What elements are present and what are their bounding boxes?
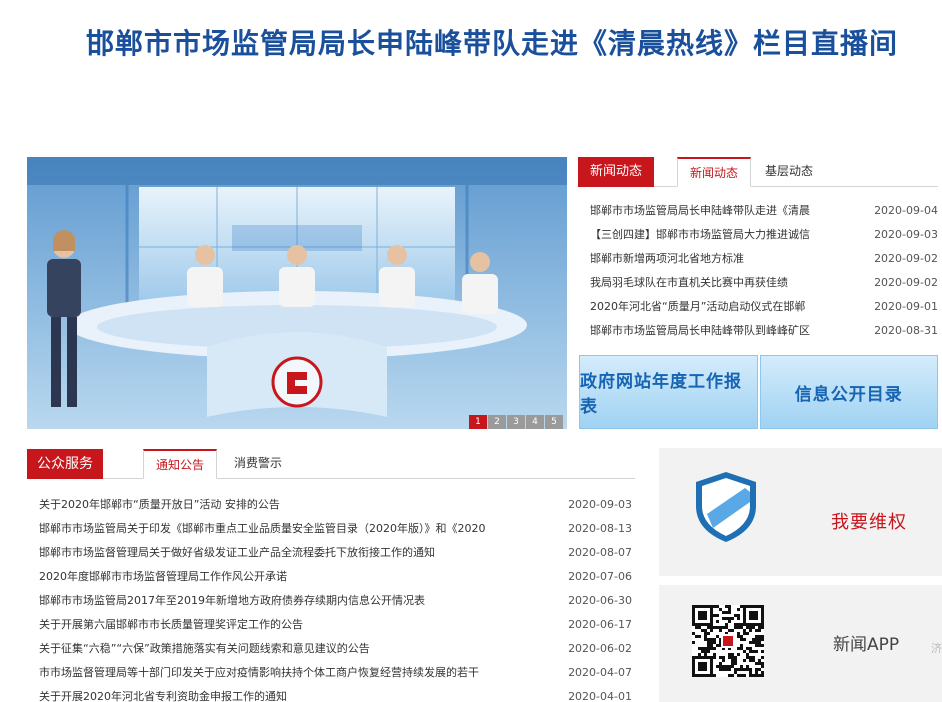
notice-list-item[interactable]: 市市场监督管理局等十部门印发关于应对疫情影响扶持个体工商户恢复经营持续发展的若干…	[27, 661, 635, 685]
notice-list-item-date: 2020-06-17	[568, 618, 632, 631]
news-list-item-title[interactable]: 邯郸市市场监管局局长申陆峰带队到峰峰矿区	[590, 319, 816, 343]
page-title[interactable]: 邯郸市市场监管局局长申陆峰带队走进《清晨热线》栏目直播间	[86, 22, 916, 62]
notice-list-item-date: 2020-09-03	[568, 498, 632, 511]
notice-list-item-title[interactable]: 关于2020年邯郸市“质量开放日”活动 安排的公告	[39, 493, 549, 517]
carousel-pager: 12345	[468, 415, 563, 429]
notice-list-item-title[interactable]: 邯郸市市场监督管理局关于做好省级发证工业产品全流程委托下放衔接工作的通知	[39, 541, 549, 565]
news-list-item[interactable]: 邯郸市市场监管局局长申陆峰带队到峰峰矿区 2020-08-31	[578, 319, 938, 343]
notice-list-item[interactable]: 2020年度邯郸市市场监督管理局工作作风公开承诺 2020-07-06	[27, 565, 635, 589]
rights-protection-box[interactable]: 我要维权	[659, 448, 942, 576]
notice-list-item-title[interactable]: 市市场监督管理局等十部门印发关于应对疫情影响扶持个体工商户恢复经营持续发展的若干	[39, 661, 549, 685]
tab-notices[interactable]: 通知公告	[143, 449, 218, 479]
news-list-item[interactable]: 我局羽毛球队在市直机关比赛中再获佳绩 2020-09-02	[578, 271, 938, 295]
news-list-item[interactable]: 邯郸市新增两项河北省地方标准 2020-09-02	[578, 247, 938, 271]
notice-list-item-date: 2020-08-07	[568, 546, 632, 559]
carousel-dot[interactable]: 5	[545, 415, 563, 429]
tab-news[interactable]: 新闻动态	[677, 157, 752, 187]
news-list-item[interactable]: 【三创四建】邯郸市市场监管局大力推进诚信 2020-09-03	[578, 223, 938, 247]
notice-list-item[interactable]: 关于征集“六稳”“六保”政策措施落实有关问题线索和意见建议的公告 2020-06-…	[27, 637, 635, 661]
news-list-item-date: 2020-09-04	[874, 204, 938, 217]
edge-text: 济	[931, 642, 942, 655]
news-app-box: 新闻APP 济	[659, 585, 942, 702]
news-list-item-date: 2020-09-02	[874, 252, 938, 265]
carousel-dot[interactable]: 4	[526, 415, 544, 429]
notice-list: 关于2020年邯郸市“质量开放日”活动 安排的公告 2020-09-03 邯郸市市场…	[27, 493, 635, 702]
news-list-item[interactable]: 2020年河北省“质量月”活动启动仪式在邯郸 2020-09-01	[578, 295, 938, 319]
news-list-item-date: 2020-08-31	[874, 324, 938, 337]
news-list-item-date: 2020-09-03	[874, 228, 938, 241]
notice-list-item-date: 2020-08-13	[568, 522, 632, 535]
news-app-label: 新闻APP	[833, 635, 900, 655]
news-list-item-title[interactable]: 我局羽毛球队在市直机关比赛中再获佳绩	[590, 271, 816, 295]
notice-list-item-title[interactable]: 邯郸市市场监管局关于印发《邯郸市重点工业品质量安全监管目录（2020年版）》和《…	[39, 517, 549, 541]
public-service-panel: 公众服务 通知公告 消费警示 关于2020年邯郸市“质量开放日”活动 安排的公告…	[27, 448, 635, 702]
news-list-item-date: 2020-09-01	[874, 300, 938, 313]
notice-list-item-title[interactable]: 2020年度邯郸市市场监督管理局工作作风公开承诺	[39, 565, 549, 589]
carousel-photo[interactable]	[27, 157, 567, 429]
shield-icon	[696, 472, 756, 542]
carousel-dot[interactable]: 1	[469, 415, 487, 429]
carousel-dot[interactable]: 3	[507, 415, 525, 429]
notice-list-item[interactable]: 邯郸市市场监督管理局关于做好省级发证工业产品全流程委托下放衔接工作的通知 2020…	[27, 541, 635, 565]
tab-consumer-alerts[interactable]: 消费警示	[222, 449, 294, 479]
info-catalog-banner[interactable]: 信息公开目录	[759, 355, 938, 429]
service-tab-bar: 公众服务 通知公告 消费警示	[27, 448, 635, 479]
service-category-label: 公众服务	[27, 449, 103, 479]
news-list-item-title[interactable]: 【三创四建】邯郸市市场监管局大力推进诚信	[590, 223, 816, 247]
notice-list-item[interactable]: 关于2020年邯郸市“质量开放日”活动 安排的公告 2020-09-03	[27, 493, 635, 517]
notice-list-item-title[interactable]: 关于开展第六届邯郸市市长质量管理奖评定工作的公告	[39, 613, 549, 637]
notice-list-item[interactable]: 邯郸市市场监管局关于印发《邯郸市重点工业品质量安全监管目录（2020年版）》和《…	[27, 517, 635, 541]
news-carousel[interactable]: 12345	[27, 157, 567, 429]
notice-list-item-date: 2020-06-02	[568, 642, 632, 655]
work-report-banner[interactable]: 政府网站年度工作报表	[579, 355, 758, 429]
news-list-item-date: 2020-09-02	[874, 276, 938, 289]
banner-row: 政府网站年度工作报表 信息公开目录	[579, 355, 938, 429]
work-report-label: 政府网站年度工作报表	[580, 372, 742, 417]
news-list-item-title[interactable]: 2020年河北省“质量月”活动启动仪式在邯郸	[590, 295, 816, 319]
notice-list-item-date: 2020-04-07	[568, 666, 632, 679]
notice-list-item-title[interactable]: 邯郸市市场监管局2017年至2019年新增地方政府债券存续期内信息公开情况表	[39, 589, 549, 613]
notice-list-item-title[interactable]: 关于征集“六稳”“六保”政策措施落实有关问题线索和意见建议的公告	[39, 637, 549, 661]
qr-code-icon[interactable]	[692, 605, 764, 677]
notice-list-item[interactable]: 邯郸市市场监管局2017年至2019年新增地方政府债券存续期内信息公开情况表 20…	[27, 589, 635, 613]
info-catalog-label: 信息公开目录	[794, 384, 903, 405]
news-tab-bar: 新闻动态 新闻动态 基层动态	[578, 156, 938, 187]
notice-list-item-date: 2020-06-30	[568, 594, 632, 607]
news-panel: 新闻动态 新闻动态 基层动态 邯郸市市场监管局局长申陆峰带队走进《清晨 2020-…	[578, 156, 938, 348]
notice-list-item-date: 2020-04-01	[568, 690, 632, 702]
tab-local-news[interactable]: 基层动态	[753, 157, 825, 187]
notice-list-item[interactable]: 关于开展第六届邯郸市市长质量管理奖评定工作的公告 2020-06-17	[27, 613, 635, 637]
news-category-label: 新闻动态	[578, 157, 655, 187]
news-list-item-title[interactable]: 邯郸市市场监管局局长申陆峰带队走进《清晨	[590, 199, 816, 223]
notice-list-item-date: 2020-07-06	[568, 570, 632, 583]
notice-list-item-title[interactable]: 关于开展2020年河北省专利资助金申报工作的通知	[39, 685, 549, 702]
news-list-item-title[interactable]: 邯郸市新增两项河北省地方标准	[590, 247, 816, 271]
news-list: 邯郸市市场监管局局长申陆峰带队走进《清晨 2020-09-04 【三创四建】邯郸市市…	[578, 199, 938, 343]
news-list-item[interactable]: 邯郸市市场监管局局长申陆峰带队走进《清晨 2020-09-04	[578, 199, 938, 223]
carousel-dot[interactable]: 2	[488, 415, 506, 429]
rights-protection-label: 我要维权	[831, 512, 907, 533]
notice-list-item[interactable]: 关于开展2020年河北省专利资助金申报工作的通知 2020-04-01	[27, 685, 635, 702]
